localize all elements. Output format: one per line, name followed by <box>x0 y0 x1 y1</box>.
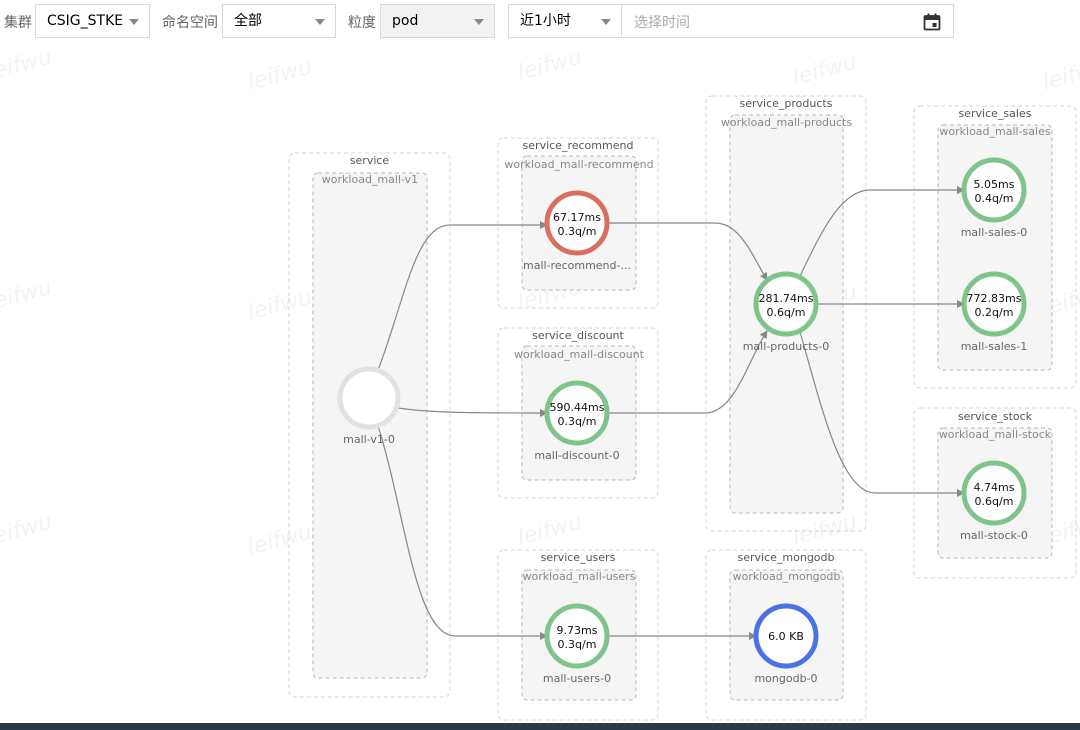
time-picker-input[interactable]: 选择时间 <box>622 4 954 38</box>
watermark-layer: leifwu leifwu leifwu leifwu leifwu leifwu leif… <box>0 45 1080 561</box>
node-latency: 772.83ms <box>967 292 1022 305</box>
watermark-text: leifwu <box>515 45 585 86</box>
pod-label: mall-stock-0 <box>960 529 1028 542</box>
pod-node-users[interactable]: 9.73ms0.3q/m mall-users-0 <box>543 603 611 685</box>
cluster-select[interactable]: CSIG_STKE <box>35 4 150 38</box>
node-circle[interactable] <box>337 366 401 430</box>
pod-label: mall-users-0 <box>543 672 611 685</box>
watermark-text: leifwu <box>245 285 315 326</box>
chevron-down-icon <box>601 19 611 25</box>
watermark-text: leifwu <box>245 55 315 96</box>
namespace-select[interactable]: 全部 <box>222 4 336 38</box>
pod-label: mall-recommend-... <box>523 259 631 272</box>
pod-node-sales1[interactable]: 772.83ms0.2q/m mall-sales-1 <box>961 271 1028 353</box>
watermark-text: leifwu <box>245 520 315 561</box>
service-group-label: service_products <box>740 97 833 110</box>
topology-diagram: leifwu leifwu leifwu leifwu leifwu leifwu leif… <box>0 45 1080 721</box>
workload-label: workload_mall-recommend <box>504 158 653 171</box>
namespace-select-value: 全部 <box>234 13 262 29</box>
service-group-label: service_recommend <box>523 139 634 152</box>
service-group-label: service_mongodb <box>738 551 835 564</box>
pod-node-sales0[interactable]: 5.05ms0.4q/m mall-sales-0 <box>961 157 1028 239</box>
service-group-label: service <box>350 154 390 167</box>
pod-label: mall-products-0 <box>743 340 830 353</box>
watermark-text: leifwu <box>790 510 860 551</box>
watermark-text: leifwu <box>790 50 860 91</box>
time-picker-placeholder: 选择时间 <box>634 15 690 31</box>
granularity-label: 粒度 <box>348 15 376 31</box>
service-group-label: service_discount <box>532 329 624 342</box>
service-group-label: service_users <box>541 551 616 564</box>
node-rate: 0.4q/m <box>975 192 1014 205</box>
workload-label: workload_mall-products <box>721 116 852 129</box>
pod-label: mall-discount-0 <box>534 449 619 462</box>
chevron-down-icon <box>315 19 325 25</box>
node-latency: 281.74ms <box>759 292 814 305</box>
watermark-text: leifwu <box>0 510 55 551</box>
workload-label: workload_mongodb <box>733 570 841 583</box>
calendar-icon[interactable] <box>923 13 941 31</box>
service-group-label: service_sales <box>959 107 1032 120</box>
node-rate: 0.2q/m <box>975 306 1014 319</box>
node-traffic: 6.0 KB <box>768 630 804 643</box>
pod-label: mall-sales-0 <box>961 226 1028 239</box>
node-latency: 4.74ms <box>974 481 1015 494</box>
time-range-select-value: 近1小时 <box>520 13 571 29</box>
node-rate: 0.6q/m <box>975 495 1014 508</box>
pod-label: mongodb-0 <box>754 672 817 685</box>
service-group-label: service_stock <box>958 410 1033 423</box>
workload-label: workload_mall-sales <box>939 125 1050 138</box>
watermark-text: leifwu <box>515 510 585 551</box>
pod-node-stock[interactable]: 4.74ms0.6q/m mall-stock-0 <box>960 460 1028 542</box>
watermark-text: leifwu <box>0 45 55 86</box>
node-rate: 0.6q/m <box>767 306 806 319</box>
pod-node-v1[interactable]: mall-v1-0 <box>337 366 401 446</box>
pod-node-mongodb[interactable]: 6.0 KB mongodb-0 <box>753 603 819 685</box>
pod-nodes: mall-v1-067.17ms0.3q/mmall-recommend-...… <box>337 157 1028 685</box>
bottom-bar <box>0 723 1080 730</box>
node-rate: 0.3q/m <box>558 638 597 651</box>
node-rate: 0.3q/m <box>558 225 597 238</box>
filter-toolbar: 集群 CSIG_STKE 命名空间 全部 粒度 pod 近1小时 选择时间 <box>0 0 1080 44</box>
node-latency: 590.44ms <box>550 401 605 414</box>
pod-label: mall-v1-0 <box>343 433 395 446</box>
chevron-down-icon <box>474 19 484 25</box>
granularity-select-value: pod <box>392 13 419 29</box>
node-latency: 9.73ms <box>557 624 598 637</box>
node-latency: 67.17ms <box>553 211 601 224</box>
cluster-label: 集群 <box>4 15 32 31</box>
call-edges <box>377 186 965 640</box>
chevron-down-icon <box>129 19 139 25</box>
workload-label: workload_mall-users <box>523 570 636 583</box>
workload-label: workload_mall-v1 <box>322 173 418 186</box>
node-rate: 0.3q/m <box>558 415 597 428</box>
watermark-text: leifwu <box>1040 55 1080 96</box>
workload-label: workload_mall-stock <box>939 428 1052 441</box>
node-latency: 5.05ms <box>974 178 1015 191</box>
granularity-select[interactable]: pod <box>380 4 495 38</box>
cluster-select-value: CSIG_STKE <box>47 13 124 29</box>
pod-label: mall-sales-1 <box>961 340 1028 353</box>
time-range-select[interactable]: 近1小时 <box>508 4 622 38</box>
workload-label: workload_mall-discount <box>514 348 645 361</box>
watermark-text: leifwu <box>0 275 55 316</box>
namespace-label: 命名空间 <box>162 15 218 31</box>
